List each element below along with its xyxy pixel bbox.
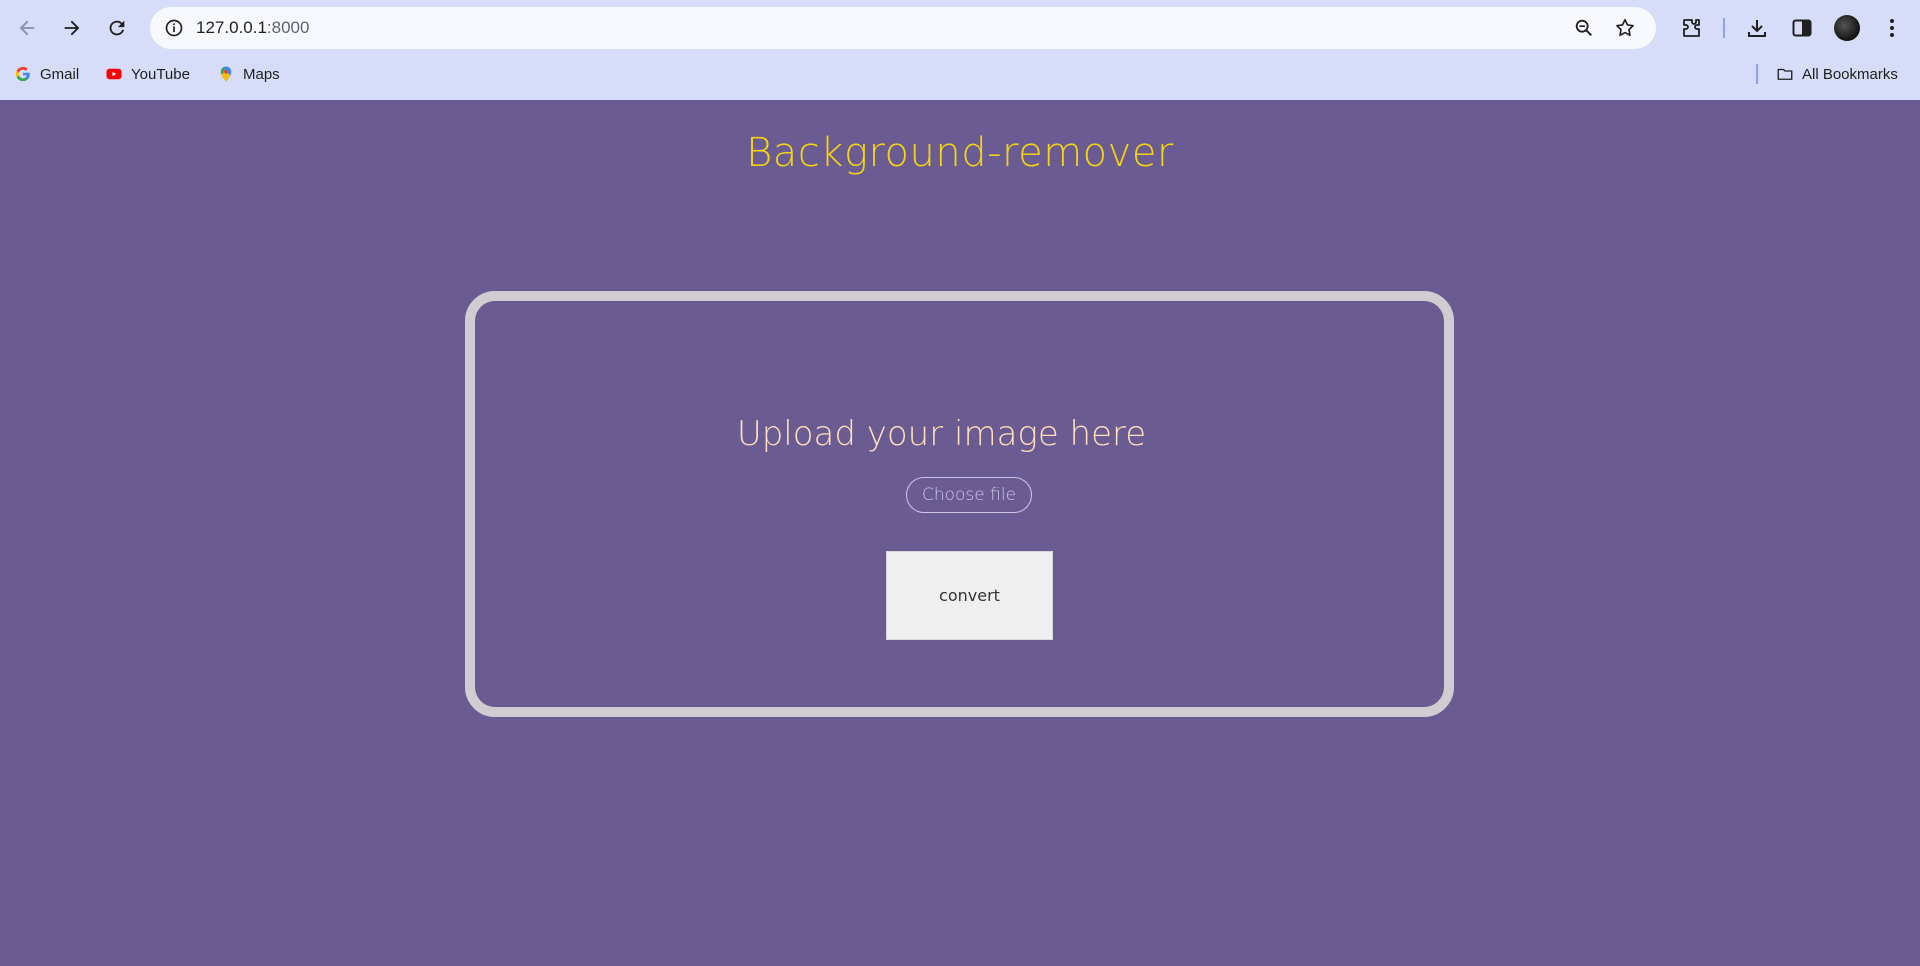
folder-icon bbox=[1776, 65, 1794, 83]
url-host: 127.0.0.1 bbox=[196, 18, 267, 37]
side-panel-icon[interactable] bbox=[1786, 12, 1818, 44]
google-icon bbox=[14, 65, 32, 83]
more-menu-icon[interactable] bbox=[1876, 12, 1908, 44]
maps-icon bbox=[217, 65, 235, 83]
extensions-icon[interactable] bbox=[1675, 12, 1707, 44]
site-info-icon[interactable] bbox=[160, 14, 188, 42]
bookmark-youtube[interactable]: YouTube bbox=[105, 62, 190, 86]
bookmarks-divider bbox=[1756, 64, 1758, 84]
bookmark-label: Gmail bbox=[40, 65, 80, 83]
back-button[interactable] bbox=[9, 10, 45, 46]
bookmark-label: YouTube bbox=[131, 65, 190, 83]
forward-button[interactable] bbox=[54, 10, 90, 46]
toolbar-divider bbox=[1723, 18, 1725, 38]
url-port: :8000 bbox=[266, 18, 310, 37]
bookmark-star-icon[interactable] bbox=[1611, 14, 1639, 42]
upload-heading: Upload your image here bbox=[736, 414, 1147, 454]
reload-button[interactable] bbox=[99, 10, 135, 46]
all-bookmarks-button[interactable]: All Bookmarks bbox=[1776, 62, 1898, 86]
zoom-icon[interactable] bbox=[1570, 14, 1598, 42]
arrow-left-icon bbox=[19, 20, 35, 36]
browser-toolbar: 127.0.0.1:8000 bbox=[0, 0, 1920, 56]
youtube-icon bbox=[105, 65, 123, 83]
bookmarks-bar: Gmail YouTube Maps bbox=[0, 58, 1920, 90]
page-title: Background-remover bbox=[746, 130, 1174, 176]
bookmark-maps[interactable]: Maps bbox=[217, 62, 280, 86]
upload-card: Upload your image here Choose file conve… bbox=[465, 291, 1454, 717]
browser-chrome: 127.0.0.1:8000 Gmail YouTube Maps All Bo… bbox=[0, 0, 1920, 100]
url-text[interactable]: 127.0.0.1:8000 bbox=[196, 7, 309, 49]
bookmark-gmail[interactable]: Gmail bbox=[14, 62, 79, 86]
all-bookmarks-label: All Bookmarks bbox=[1802, 65, 1898, 83]
choose-file-button[interactable]: Choose file bbox=[906, 477, 1032, 513]
download-icon[interactable] bbox=[1741, 12, 1773, 44]
bookmark-label: Maps bbox=[243, 65, 280, 83]
reload-icon bbox=[109, 20, 125, 36]
arrow-right-icon bbox=[64, 20, 80, 36]
convert-button[interactable]: convert bbox=[886, 551, 1053, 640]
profile-avatar[interactable] bbox=[1834, 15, 1860, 41]
address-bar[interactable]: 127.0.0.1:8000 bbox=[150, 7, 1656, 49]
